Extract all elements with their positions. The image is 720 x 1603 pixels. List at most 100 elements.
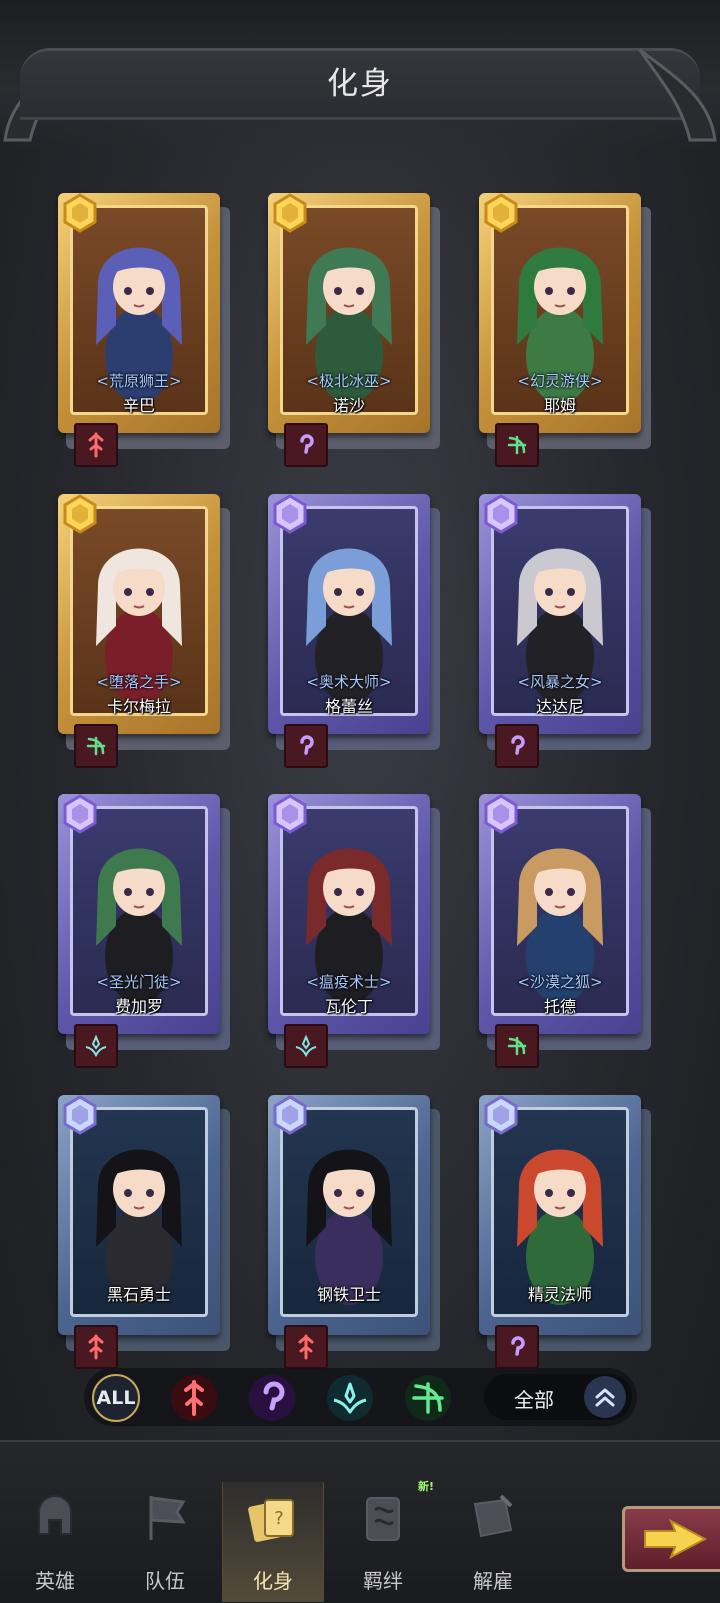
filter-mage-button[interactable]: [248, 1374, 296, 1422]
card-portrait: <幻灵游侠> 耶姆: [491, 205, 629, 415]
card-portrait: 精灵法师: [491, 1107, 629, 1317]
class-badge: [284, 423, 328, 467]
double-chevron-up-icon: [595, 1388, 615, 1407]
filter-ranger-button[interactable]: [404, 1374, 452, 1422]
avatar-card[interactable]: <极北冰巫> 诺沙: [268, 193, 440, 467]
class-badge: [495, 423, 539, 467]
filter-priest-button[interactable]: [326, 1374, 374, 1422]
nav-avatars[interactable]: ? 化身: [222, 1482, 324, 1602]
rank-gem-icon: [63, 794, 97, 834]
avatar-card[interactable]: <荒原狮王> 辛巴: [58, 193, 230, 467]
card-frame: <幻灵游侠> 耶姆: [479, 193, 641, 433]
avatar-card[interactable]: <圣光门徒> 费加罗: [58, 794, 230, 1068]
card-portrait: 钢铁卫士: [280, 1107, 418, 1317]
nav-label: 羁绊: [363, 1569, 403, 1593]
avatar-card-grid: <荒原狮王> 辛巴 <极北冰巫> 诺沙 <幻灵游侠> 耶姆 <堕落之手> 卡尔梅…: [0, 0, 720, 1370]
card-epithet: <奥术大师>: [306, 673, 392, 691]
sort-label: 全部: [514, 1388, 554, 1412]
sort-dropdown[interactable]: 全部: [484, 1374, 632, 1420]
card-frame: <荒原狮王> 辛巴: [58, 193, 220, 433]
nav-bonds[interactable]: 羁绊: [333, 1482, 433, 1602]
avatar-card[interactable]: 钢铁卫士: [268, 1095, 440, 1369]
card-epithet: <风暴之女>: [517, 673, 603, 691]
avatar-card[interactable]: 黑石勇士: [58, 1095, 230, 1369]
rank-gem-icon: [273, 794, 307, 834]
rank-gem-icon: [484, 193, 518, 233]
card-frame: <沙漠之狐> 托德: [479, 794, 641, 1034]
flag-icon: [149, 1496, 186, 1540]
card-frame: 精灵法师: [479, 1095, 641, 1335]
card-frame: 钢铁卫士: [268, 1095, 430, 1335]
filter-all-button[interactable]: ALL: [92, 1374, 140, 1422]
rank-gem-icon: [63, 494, 97, 534]
rank-gem-icon: [273, 494, 307, 534]
rank-gem-icon: [63, 193, 97, 233]
card-name: 费加罗: [114, 997, 163, 1016]
nav-label: 解雇: [473, 1569, 513, 1593]
class-badge: [495, 1325, 539, 1369]
class-badge: [284, 724, 328, 768]
priest-class-icon: [295, 1034, 317, 1058]
class-badge: [284, 1325, 328, 1369]
rank-gem-icon: [484, 1095, 518, 1135]
card-epithet: <荒原狮王>: [96, 372, 182, 390]
next-button[interactable]: [622, 1506, 720, 1572]
nav-heroes[interactable]: 英雄: [5, 1482, 105, 1602]
card-name: 辛巴: [122, 396, 155, 415]
sort-toggle-button[interactable]: [584, 1376, 626, 1418]
avatar-card[interactable]: <瘟疫术士> 瓦伦丁: [268, 794, 440, 1068]
avatar-card[interactable]: <奥术大师> 格蕾丝: [268, 494, 440, 768]
nav-label: 队伍: [145, 1569, 185, 1593]
avatar-card[interactable]: <堕落之手> 卡尔梅拉: [58, 494, 230, 768]
card-frame: <堕落之手> 卡尔梅拉: [58, 494, 220, 734]
book-icon: [366, 1497, 400, 1541]
avatar-card[interactable]: <沙漠之狐> 托德: [479, 794, 651, 1068]
card-frame: <瘟疫术士> 瓦伦丁: [268, 794, 430, 1034]
mage-class-icon: [300, 735, 314, 755]
card-name: 精灵法师: [527, 1285, 592, 1304]
warrior-class-icon: [298, 1334, 314, 1360]
warrior-class-icon: [171, 1375, 217, 1421]
card-portrait: <圣光门徒> 费加罗: [70, 806, 208, 1016]
card-name: 瓦伦丁: [324, 997, 373, 1016]
card-name: 托德: [543, 997, 576, 1016]
card-name: 达达尼: [535, 697, 584, 716]
warrior-class-icon: [88, 432, 104, 458]
filter-warrior-button[interactable]: [170, 1374, 218, 1422]
class-badge: [495, 724, 539, 768]
card-name: 黑石勇士: [106, 1285, 171, 1304]
card-frame: <奥术大师> 格蕾丝: [268, 494, 430, 734]
nav-label: 化身: [253, 1569, 293, 1593]
class-badge: [74, 724, 118, 768]
card-portrait: 黑石勇士: [70, 1107, 208, 1317]
rank-gem-icon: [273, 1095, 307, 1135]
class-badge: [74, 423, 118, 467]
card-portrait: <风暴之女> 达达尼: [491, 506, 629, 716]
avatar-card[interactable]: 精灵法师: [479, 1095, 651, 1369]
rank-gem-icon: [484, 494, 518, 534]
card-frame: <圣光门徒> 费加罗: [58, 794, 220, 1034]
avatar-card[interactable]: <风暴之女> 达达尼: [479, 494, 651, 768]
warrior-class-icon: [88, 1334, 104, 1360]
mage-class-icon: [249, 1375, 295, 1421]
ranger-class-icon: [86, 736, 106, 756]
card-name: 钢铁卫士: [316, 1285, 381, 1304]
rank-gem-icon: [63, 1095, 97, 1135]
class-badge: [74, 1024, 118, 1068]
card-frame: 黑石勇士: [58, 1095, 220, 1335]
new-badge: 新!: [418, 1480, 435, 1493]
nav-dismiss[interactable]: 解雇: [443, 1482, 543, 1602]
rank-gem-icon: [273, 193, 307, 233]
ranger-class-icon: [507, 435, 527, 455]
card-epithet: <圣光门徒>: [96, 973, 182, 991]
ranger-class-icon: [405, 1375, 451, 1421]
card-epithet: <幻灵游侠>: [517, 372, 603, 390]
card-name: 耶姆: [543, 396, 576, 415]
ranger-class-icon: [507, 1036, 527, 1056]
avatar-card[interactable]: <幻灵游侠> 耶姆: [479, 193, 651, 467]
card-epithet: <极北冰巫>: [306, 372, 392, 390]
rank-gem-icon: [484, 794, 518, 834]
mage-class-icon: [511, 1336, 525, 1356]
nav-team[interactable]: 队伍: [115, 1482, 215, 1602]
priest-class-icon: [327, 1375, 373, 1421]
